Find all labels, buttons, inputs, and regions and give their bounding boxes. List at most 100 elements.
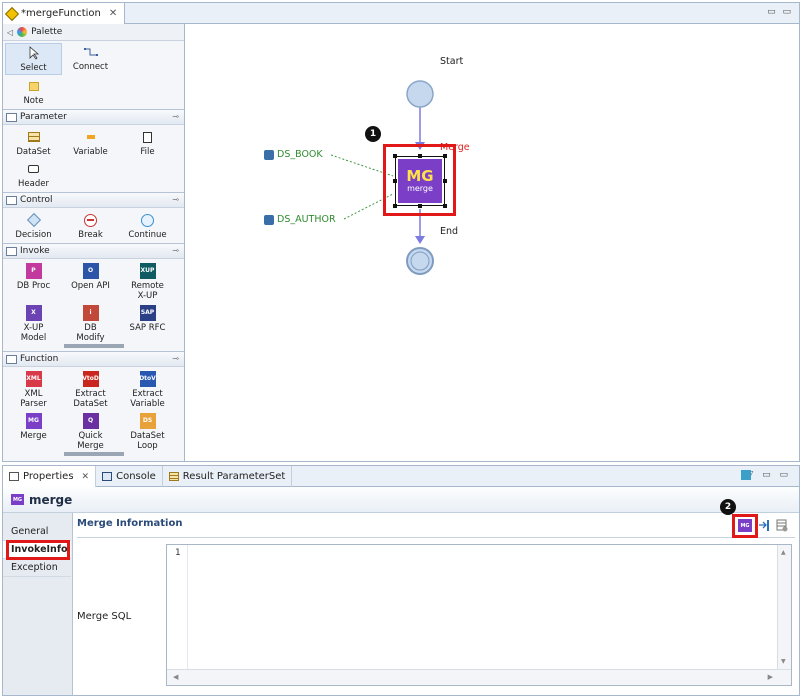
palette-item-extract-variable[interactable]: DtoV Extract Variable	[119, 370, 176, 410]
xup-model-icon: X	[25, 305, 42, 321]
scroll-indicator[interactable]	[63, 452, 124, 456]
sap-rfc-icon: SAP	[139, 305, 156, 321]
tab-console[interactable]: Console	[96, 466, 163, 487]
palette-item-xup-model[interactable]: X X-UP Model	[5, 304, 62, 344]
palette-item-sap-rfc[interactable]: SAP SAP RFC	[119, 304, 176, 344]
palette-item-dataset-loop[interactable]: DS DataSet Loop	[119, 412, 176, 452]
collapse-arrow-icon[interactable]: ◁	[7, 28, 13, 37]
palette-item-dataset[interactable]: DataSet	[5, 128, 62, 158]
palette-header: ◁ Palette	[3, 24, 184, 41]
merge-icon: MG	[11, 494, 24, 505]
section-icon	[6, 112, 17, 122]
merge-sql-editor[interactable]: 1 ▲ ▼ ◀ ▶	[166, 544, 792, 686]
editor-tab-mergefunction[interactable]: *mergeFunction ✕	[3, 3, 125, 24]
vertical-scrollbar[interactable]: ▲ ▼	[777, 545, 791, 669]
side-tab-general[interactable]: General	[3, 523, 71, 541]
note-icon	[26, 78, 42, 94]
side-tab-exception[interactable]: Exception	[3, 559, 71, 577]
editor-tab-label: *mergeFunction	[21, 8, 101, 19]
pin-icon[interactable]: ⊸	[172, 246, 179, 255]
section-icon	[6, 195, 17, 205]
end-node-inner	[410, 251, 430, 271]
flow-connectors	[330, 80, 434, 275]
start-node[interactable]	[406, 80, 434, 108]
export-icon[interactable]	[758, 519, 770, 532]
highlight-box-1	[383, 144, 456, 216]
palette-item-db-proc[interactable]: P DB Proc	[5, 262, 62, 302]
properties-content: Merge Information MG 2 Merge SQL 1 ▲ ▼ ◀…	[73, 499, 799, 695]
decision-icon	[26, 212, 42, 228]
extract-dataset-icon: VtoD	[82, 371, 99, 387]
palette-item-quick-merge[interactable]: Q Quick Merge	[62, 412, 119, 452]
section-parameter[interactable]: Parameter ⊸	[3, 109, 184, 125]
palette-item-header[interactable]: Header	[5, 160, 62, 190]
tool-note[interactable]: Note	[5, 77, 62, 107]
flow-canvas[interactable]: Start End Merge DS_BOOK DS_AUTHOR MG mer…	[186, 24, 799, 461]
palette-item-variable[interactable]: Variable	[62, 128, 119, 158]
table-icon	[168, 472, 179, 481]
window-controls[interactable]: ▭ ▭	[767, 7, 793, 17]
dataset-ds-book[interactable]: DS_BOOK	[264, 149, 323, 160]
tab-result-parameterset[interactable]: Result ParameterSet	[163, 466, 293, 487]
new-view-icon[interactable]	[741, 470, 751, 480]
properties-window-controls[interactable]: ▽ ▭ ▭	[746, 470, 791, 480]
palette-item-merge[interactable]: MG Merge	[5, 412, 62, 452]
arrowhead-icon	[415, 236, 425, 244]
db-modify-icon: i	[82, 305, 99, 321]
palette-item-db-modify[interactable]: i DB Modify	[62, 304, 119, 344]
palette-item-continue[interactable]: Continue	[119, 211, 176, 241]
tool-select[interactable]: Select	[5, 43, 62, 75]
section-function[interactable]: Function ⊸	[3, 351, 184, 367]
step-badge-1: 1	[365, 126, 381, 142]
properties-icon	[9, 472, 19, 481]
scroll-right-icon[interactable]: ▶	[768, 673, 773, 681]
merge-icon: MG	[25, 413, 42, 429]
palette-item-extract-dataset[interactable]: VtoD Extract DataSet	[62, 370, 119, 410]
highlight-box-invokeinfo	[6, 540, 70, 560]
tool-connect[interactable]: Connect	[62, 43, 119, 75]
start-label: Start	[440, 56, 464, 67]
palette-item-file[interactable]: File	[119, 128, 176, 158]
quick-merge-icon: Q	[82, 413, 99, 429]
continue-icon	[140, 212, 156, 228]
section-invoke[interactable]: Invoke ⊸	[3, 243, 184, 259]
editor-panel: *mergeFunction ✕ ▭ ▭ ◁ Palette Select Co…	[2, 2, 800, 462]
gutter-divider	[187, 545, 188, 669]
horizontal-scrollbar[interactable]: ◀ ▶	[167, 669, 791, 685]
file-icon	[140, 129, 156, 145]
db-proc-icon: P	[25, 263, 42, 279]
palette-item-remote-xup[interactable]: XUP Remote X-UP	[119, 262, 176, 302]
pin-icon[interactable]: ⊸	[172, 354, 179, 363]
scroll-left-icon[interactable]: ◀	[173, 673, 178, 681]
dataset-ds-author[interactable]: DS_AUTHOR	[264, 214, 336, 225]
grid-settings-icon[interactable]	[776, 519, 788, 532]
palette-item-xml-parser[interactable]: XML XML Parser	[5, 370, 62, 410]
section-control[interactable]: Control ⊸	[3, 192, 184, 208]
variable-icon	[83, 129, 99, 145]
pin-icon[interactable]: ⊸	[172, 112, 179, 121]
properties-side-tabs: General InvokeInfo Exception	[3, 513, 73, 695]
dataset-icon	[264, 214, 274, 225]
properties-title-bar: MG merge	[3, 487, 799, 513]
scroll-down-icon[interactable]: ▼	[781, 658, 786, 665]
properties-title: merge	[29, 492, 73, 507]
merge-sql-label: Merge SQL	[77, 611, 132, 622]
pin-icon[interactable]: ⊸	[172, 195, 179, 204]
section-divider	[77, 537, 795, 538]
close-icon[interactable]: ✕	[82, 472, 90, 482]
diamond-icon	[4, 6, 20, 21]
tab-properties[interactable]: Properties ✕	[3, 466, 97, 487]
palette-item-decision[interactable]: Decision	[5, 211, 62, 241]
dataset-icon	[26, 129, 42, 145]
xml-parser-icon: XML	[25, 371, 42, 387]
scroll-indicator[interactable]	[63, 344, 124, 348]
section-title: Merge Information	[77, 518, 183, 529]
palette-item-break[interactable]: Break	[62, 211, 119, 241]
palette-panel: ◁ Palette Select Connect Note Parameter …	[3, 24, 185, 461]
break-icon	[83, 212, 99, 228]
connect-icon	[83, 44, 99, 60]
close-icon[interactable]: ✕	[109, 8, 117, 19]
highlight-box-2	[732, 514, 758, 538]
scroll-up-icon[interactable]: ▲	[781, 549, 786, 556]
palette-item-open-api[interactable]: O Open API	[62, 262, 119, 302]
